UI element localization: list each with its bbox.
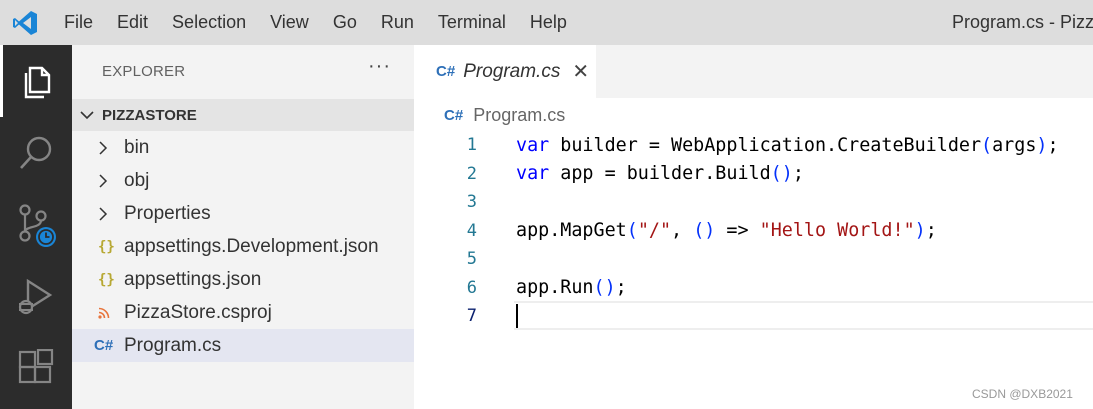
vscode-logo-icon bbox=[0, 0, 50, 45]
explorer-icon bbox=[24, 66, 50, 99]
activity-source-control[interactable] bbox=[0, 189, 72, 261]
menu-go[interactable]: Go bbox=[321, 0, 369, 45]
rss-icon bbox=[98, 307, 122, 319]
menu-run[interactable]: Run bbox=[369, 0, 426, 45]
line-source: app.MapGet("/", () => "Hello World!"); bbox=[516, 220, 937, 242]
breadcrumb-file: Program.cs bbox=[473, 105, 566, 125]
more-actions-button[interactable]: ··· bbox=[368, 55, 391, 78]
chevron-right-icon bbox=[98, 206, 122, 221]
tree-item-label: Program.cs bbox=[124, 334, 222, 356]
code-line: 4 app.MapGet("/", () => "Hello World!"); bbox=[414, 217, 1093, 246]
tree-item-appsettings[interactable]: {} appsettings.json bbox=[72, 263, 414, 296]
line-source: app.Run(); bbox=[516, 277, 627, 299]
menu-selection[interactable]: Selection bbox=[160, 0, 258, 45]
tree-item-label: obj bbox=[124, 169, 150, 191]
folder-name: PIZZASTORE bbox=[102, 106, 197, 124]
line-number: 1 bbox=[466, 135, 477, 156]
menu-help[interactable]: Help bbox=[518, 0, 579, 45]
tab-label: Program.cs bbox=[463, 60, 561, 82]
tree-item-label: appsettings.json bbox=[124, 268, 262, 290]
code-line: 1 var builder = WebApplication.CreateBui… bbox=[414, 131, 1093, 160]
code-line: 6 app.Run(); bbox=[414, 274, 1093, 303]
tree-item-label: Properties bbox=[124, 202, 211, 224]
tab-bar: C# Program.cs ✕ bbox=[414, 45, 1093, 98]
tree-item-appsettings-development[interactable]: {} appsettings.Development.json bbox=[72, 230, 414, 263]
chevron-right-icon bbox=[98, 173, 122, 188]
line-source: var app = builder.Build(); bbox=[516, 163, 804, 185]
csharp-icon: C# bbox=[436, 63, 456, 80]
tree-item-properties[interactable]: Properties bbox=[72, 197, 414, 230]
search-icon bbox=[20, 136, 52, 169]
text-cursor bbox=[516, 304, 518, 328]
tree-item-label: appsettings.Development.json bbox=[124, 235, 379, 257]
menu-bar: File Edit Selection View Go Run Terminal… bbox=[50, 0, 579, 45]
close-icon[interactable]: ✕ bbox=[572, 59, 589, 84]
activity-run-debug[interactable] bbox=[0, 261, 72, 333]
menu-edit[interactable]: Edit bbox=[105, 0, 160, 45]
code-line: 2 var app = builder.Build(); bbox=[414, 160, 1093, 189]
source-control-icon bbox=[19, 204, 56, 247]
line-number: 2 bbox=[466, 163, 477, 184]
chevron-down-icon bbox=[72, 110, 102, 120]
code-line: 3 bbox=[414, 188, 1093, 217]
json-braces-icon: {} bbox=[98, 271, 115, 288]
watermark: CSDN @DXB2021 bbox=[972, 387, 1073, 401]
breadcrumb[interactable]: C# Program.cs bbox=[444, 105, 565, 126]
activity-explorer[interactable] bbox=[0, 45, 72, 117]
editor-area: C# Program.cs ✕ C# Program.cs 1 var buil… bbox=[414, 45, 1093, 409]
csharp-icon: C# bbox=[94, 337, 114, 354]
tree-item-bin[interactable]: bin bbox=[72, 131, 414, 164]
title-bar: File Edit Selection View Go Run Terminal… bbox=[0, 0, 1093, 45]
explorer-sidebar: EXPLORER ··· PIZZASTORE bin obj Properti… bbox=[72, 45, 414, 409]
tree-item-program-cs[interactable]: C# Program.cs bbox=[72, 329, 414, 362]
tree-item-csproj[interactable]: PizzaStore.csproj bbox=[72, 296, 414, 329]
extensions-icon bbox=[18, 349, 54, 384]
window-title: Program.cs - Pizza bbox=[952, 12, 1093, 32]
tab-program-cs[interactable]: C# Program.cs ✕ bbox=[414, 45, 596, 98]
line-number: 4 bbox=[466, 220, 477, 241]
line-number: 6 bbox=[466, 277, 477, 298]
run-debug-icon bbox=[18, 278, 53, 315]
chevron-right-icon bbox=[98, 140, 122, 155]
line-source: var builder = WebApplication.CreateBuild… bbox=[516, 134, 1059, 156]
line-number: 5 bbox=[466, 249, 477, 270]
csharp-icon: C# bbox=[444, 107, 464, 124]
activity-search[interactable] bbox=[0, 117, 72, 189]
line-number: 3 bbox=[466, 192, 477, 213]
menu-view[interactable]: View bbox=[258, 0, 321, 45]
menu-terminal[interactable]: Terminal bbox=[426, 0, 518, 45]
menu-file[interactable]: File bbox=[50, 0, 105, 45]
folder-pizzastore[interactable]: PIZZASTORE bbox=[72, 99, 414, 131]
activity-bar bbox=[0, 45, 72, 409]
tree-item-label: bin bbox=[124, 136, 150, 158]
tree-item-obj[interactable]: obj bbox=[72, 164, 414, 197]
code-line: 5 bbox=[414, 245, 1093, 274]
tree-item-label: PizzaStore.csproj bbox=[124, 301, 272, 323]
json-braces-icon: {} bbox=[98, 238, 115, 255]
explorer-header: EXPLORER bbox=[102, 63, 186, 80]
line-number: 7 bbox=[466, 306, 477, 327]
activity-extensions[interactable] bbox=[0, 333, 72, 405]
